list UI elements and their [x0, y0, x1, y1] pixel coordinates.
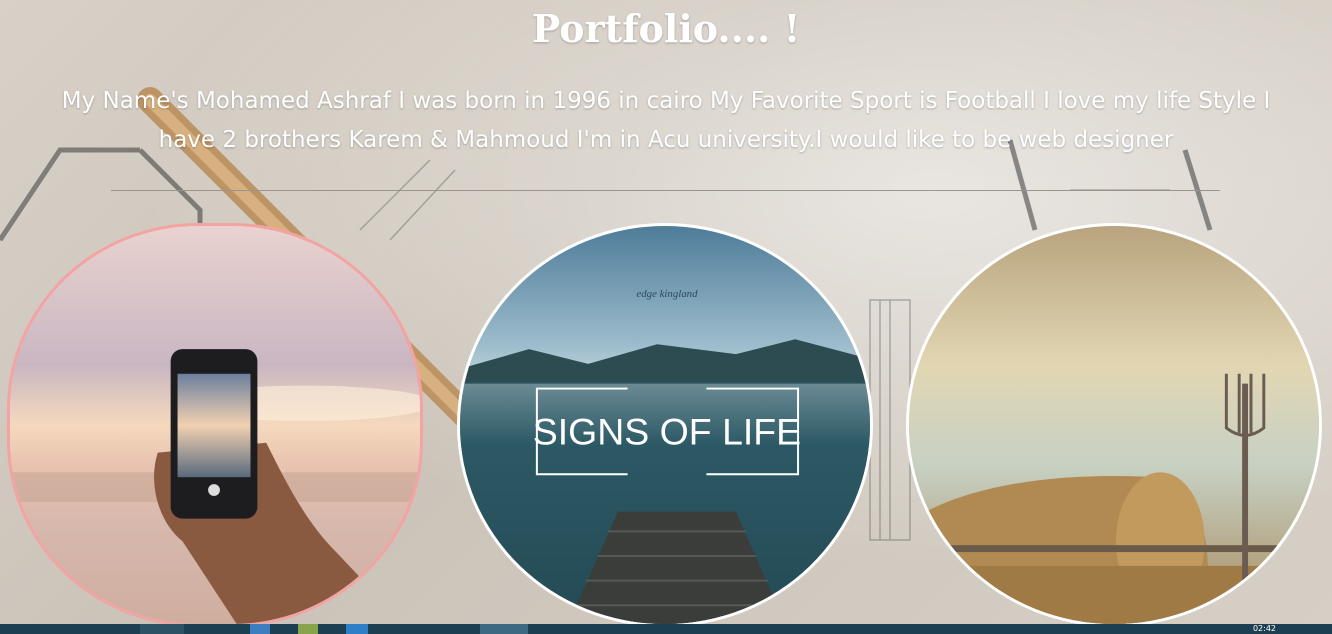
- taskbar-clock[interactable]: 02:42: [1253, 624, 1276, 634]
- watermark-text: edge kingland: [636, 288, 698, 300]
- taskbar-active-app-icon[interactable]: [480, 624, 528, 634]
- windows-taskbar: 02:42: [0, 624, 1332, 634]
- bio-paragraph: My Name's Mohamed Ashraf I was born in 1…: [61, 88, 1271, 153]
- gallery-item-phone-sunset[interactable]: [7, 223, 423, 627]
- phone-sunset-image: [10, 226, 420, 624]
- taskbar-app-icon[interactable]: [346, 624, 368, 634]
- taskbar-app-icon[interactable]: [250, 624, 270, 634]
- signs-of-life-image: SIGNS OF LIFE edge kingland: [460, 226, 870, 624]
- page-header: Portfolio.... !: [0, 0, 1332, 51]
- page-title: Portfolio.... !: [531, 6, 801, 51]
- signs-of-life-caption: SIGNS OF LIFE: [533, 411, 801, 453]
- taskbar-app-icon[interactable]: [298, 624, 318, 634]
- start-search-icon[interactable]: [140, 624, 184, 634]
- haybale-image: [909, 226, 1319, 624]
- gallery-item-signs-of-life[interactable]: SIGNS OF LIFE edge kingland: [457, 223, 873, 627]
- gallery-item-haybale[interactable]: [906, 223, 1322, 627]
- section-divider: [111, 190, 1220, 191]
